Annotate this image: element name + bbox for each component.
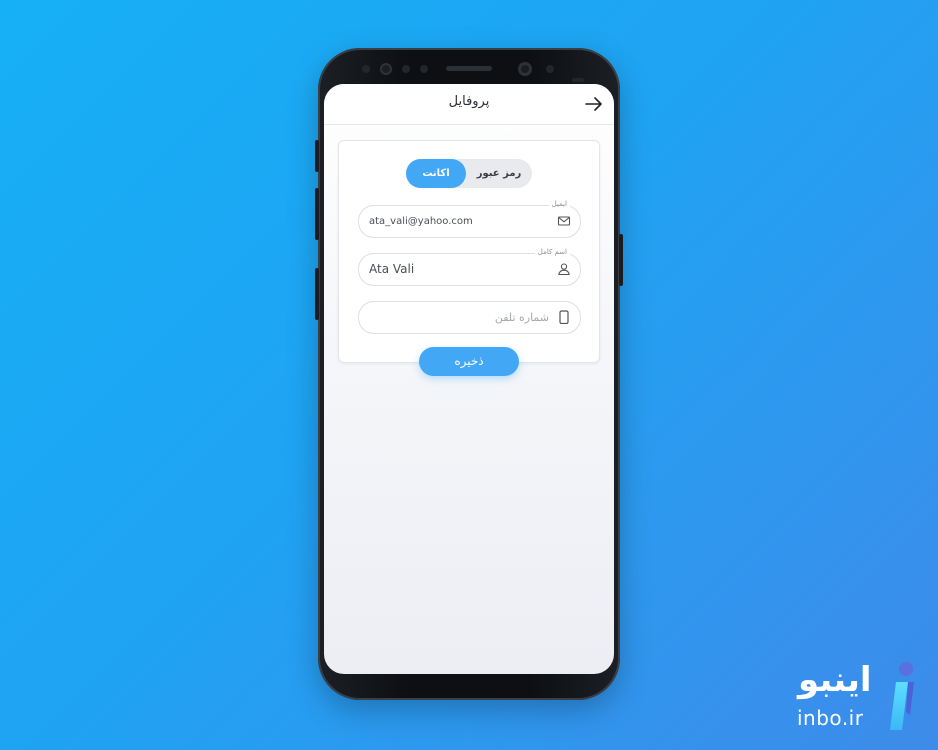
email-value[interactable]: ata_vali@yahoo.com (369, 206, 473, 237)
tab-switcher: اکانت رمز عبور (406, 159, 532, 188)
tab-account[interactable]: اکانت (406, 159, 466, 188)
phone-sensor (362, 65, 370, 73)
full-name-label: اسم کامل (534, 248, 570, 256)
page-title: پروفایل (448, 94, 490, 109)
phone-sensor (572, 78, 584, 82)
phone-field[interactable]: شماره تلفن (358, 301, 581, 334)
phone-sensor (420, 65, 428, 73)
app-header: پروفایل (324, 84, 614, 125)
phone-volume-up-button (315, 188, 319, 240)
phone-front-camera (518, 62, 532, 76)
app-screen: پروفایل اکانت رمز عبور ایمیل ata_vali@ya… (324, 84, 614, 674)
mobile-phone-icon (559, 310, 569, 324)
full-name-field[interactable]: اسم کامل Ata Vali (358, 248, 581, 286)
phone-placeholder: شماره تلفن (494, 311, 549, 324)
phone-iris-sensor (380, 63, 392, 75)
email-label: ایمیل (548, 200, 570, 208)
envelope-icon (557, 216, 571, 226)
phone-sensor (402, 65, 410, 73)
phone-mockup: پروفایل اکانت رمز عبور ایمیل ata_vali@ya… (315, 48, 623, 700)
phone-speaker (446, 66, 492, 71)
tab-password[interactable]: رمز عبور (466, 159, 532, 188)
brand-name-persian: اینبو (798, 660, 872, 700)
phone-volume-down-button (315, 268, 319, 320)
inbo-logo-icon (890, 662, 914, 730)
brand-domain: inbo.ir (797, 706, 864, 730)
save-button[interactable]: ذخیره (419, 347, 519, 376)
phone-side-button (315, 140, 319, 172)
profile-card: اکانت رمز عبور ایمیل ata_vali@yahoo.com … (338, 140, 600, 363)
full-name-value[interactable]: Ata Vali (369, 254, 414, 285)
phone-sensor (546, 65, 554, 73)
email-field[interactable]: ایمیل ata_vali@yahoo.com (358, 200, 581, 238)
phone-power-button (619, 234, 623, 286)
arrow-right-icon[interactable] (584, 94, 604, 114)
user-icon (558, 263, 570, 276)
